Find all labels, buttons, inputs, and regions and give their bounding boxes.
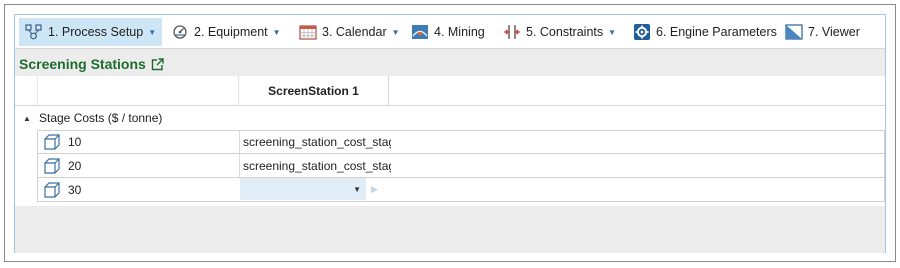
tab-mining[interactable]: 4. Mining: [405, 18, 491, 46]
page-title: Screening Stations: [19, 56, 146, 72]
chevron-down-icon[interactable]: ▼: [273, 28, 281, 37]
value-dropdown-cell[interactable]: ▼: [240, 178, 366, 200]
chevron-down-icon[interactable]: ▼: [392, 28, 400, 37]
engine-parameters-icon: [633, 23, 651, 41]
tab-equipment[interactable]: 2. Equipment ▼: [165, 18, 287, 46]
cell-divider: [239, 131, 240, 153]
tab-label: 2. Equipment: [194, 25, 268, 39]
mining-icon: [411, 23, 429, 41]
chevron-down-icon[interactable]: ▼: [353, 185, 361, 194]
data-grid: ScreenStation 1 ▲ Stage Costs ($ / tonne…: [15, 76, 885, 206]
process-setup-icon: [25, 23, 43, 41]
section-header: Screening Stations: [19, 56, 164, 72]
cube-icon: [43, 157, 61, 175]
column-header-screenstation[interactable]: ScreenStation 1: [239, 76, 389, 106]
tab-label: 4. Mining: [434, 25, 485, 39]
chevron-right-icon[interactable]: ▶: [371, 183, 381, 195]
tab-viewer[interactable]: 7. Viewer: [779, 18, 866, 46]
cell-value[interactable]: screening_station_cost_stag: [243, 135, 391, 149]
content-panel: 1. Process Setup ▼ 2. Equipment ▼ 3. Cal…: [14, 14, 886, 253]
tab-engine-parameters[interactable]: 6. Engine Parameters: [627, 18, 783, 46]
tab-label: 6. Engine Parameters: [656, 25, 777, 39]
viewer-icon: [785, 23, 803, 41]
grid-header-row: ScreenStation 1: [15, 76, 885, 106]
table-row[interactable]: 30 ▼ ▶: [37, 178, 885, 202]
chevron-down-icon[interactable]: ▼: [148, 28, 156, 37]
tab-process-setup[interactable]: 1. Process Setup ▼: [19, 18, 163, 46]
group-row-stage-costs[interactable]: ▲ Stage Costs ($ / tonne): [15, 106, 885, 130]
group-label: Stage Costs ($ / tonne): [39, 111, 163, 125]
row-key: 20: [68, 158, 82, 173]
tab-calendar[interactable]: 3. Calendar ▼: [293, 18, 406, 46]
tab-label: 5. Constraints: [526, 25, 604, 39]
tab-label: 7. Viewer: [808, 25, 860, 39]
chevron-down-icon[interactable]: ▼: [608, 28, 616, 37]
constraints-icon: [503, 23, 521, 41]
cube-icon: [43, 133, 61, 151]
equipment-icon: [171, 23, 189, 41]
collapse-toggle-icon[interactable]: ▲: [23, 114, 33, 123]
calendar-icon: [299, 23, 317, 41]
table-row[interactable]: 20 screening_station_cost_stag: [37, 154, 885, 178]
open-external-icon[interactable]: [151, 57, 164, 71]
tab-label: 3. Calendar: [322, 25, 387, 39]
cell-divider: [239, 154, 240, 177]
main-toolbar: 1. Process Setup ▼ 2. Equipment ▼ 3. Cal…: [15, 15, 885, 49]
row-key: 30: [68, 182, 82, 197]
tab-label: 1. Process Setup: [48, 25, 144, 39]
table-row[interactable]: 10 screening_station_cost_stag: [37, 130, 885, 154]
window-frame: 1. Process Setup ▼ 2. Equipment ▼ 3. Cal…: [4, 4, 896, 262]
row-key: 10: [68, 135, 82, 149]
empty-area: [15, 206, 885, 253]
tab-constraints[interactable]: 5. Constraints ▼: [497, 18, 622, 46]
row-header-column: [37, 76, 239, 106]
cell-value[interactable]: screening_station_cost_stag: [243, 159, 391, 173]
cube-icon: [43, 181, 61, 199]
